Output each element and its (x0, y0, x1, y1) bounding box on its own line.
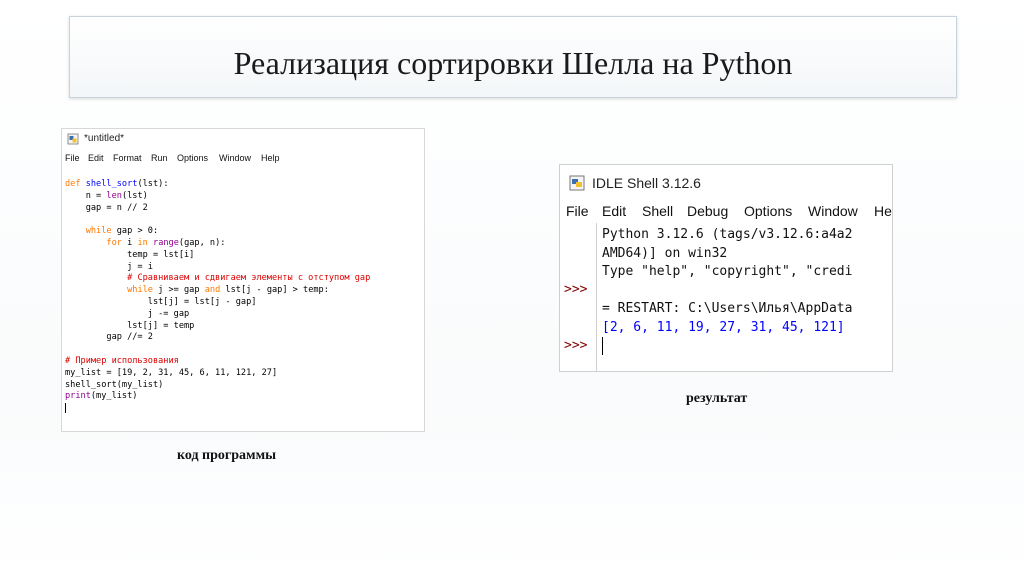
code-token: and (204, 285, 221, 296)
code-line: gap = n // 2 (65, 203, 420, 215)
code-line: j = i (65, 262, 420, 274)
code-token: (lst): (137, 179, 169, 189)
shell-menu-options[interactable]: Options (744, 203, 792, 219)
shell-menu-debug[interactable]: Debug (687, 203, 728, 219)
code-token: in (137, 237, 148, 248)
editor-menu-options[interactable]: Options (177, 153, 208, 163)
editor-menu-run[interactable]: Run (151, 153, 168, 163)
idle-editor-window: *untitled* File Edit Format Run Options … (61, 128, 425, 432)
code-token: # Сравниваем и сдвигаем элементы с отсту… (127, 273, 371, 284)
code-line: gap //= 2 (65, 332, 420, 344)
shell-prompt-gutter: >>> >>> (560, 223, 597, 371)
code-token: gap = n // 2 (65, 202, 148, 213)
code-line: # Пример использования (65, 356, 420, 368)
shell-result-line: [2, 6, 11, 19, 27, 31, 45, 121] (602, 319, 845, 335)
code-token: gap //= 2 (65, 332, 153, 343)
code-line: j -= gap (65, 309, 420, 321)
shell-prompt: >>> (564, 282, 588, 297)
python-idle-icon (67, 133, 79, 145)
shell-titlebar: IDLE Shell 3.12.6 (560, 165, 892, 199)
code-line: print(my_list) (65, 391, 420, 403)
code-token: print (65, 391, 91, 402)
shell-menu-file[interactable]: File (566, 203, 589, 219)
code-editor-text[interactable]: def shell_sort(lst): n = len(lst) gap = … (65, 179, 420, 415)
shell-output-line (602, 282, 892, 301)
caption-result: результат (686, 391, 748, 406)
slide-title: Реализация сортировки Шелла на Python (233, 45, 793, 81)
code-token: j -= gap (65, 308, 190, 319)
code-line: while gap > 0: (65, 226, 420, 238)
shell-text-cursor (602, 337, 603, 355)
code-line: lst[j] = lst[j - gap] (65, 297, 420, 309)
python-idle-icon (569, 175, 585, 191)
editor-titlebar: *untitled* (62, 129, 424, 149)
code-line: temp = lst[i] (65, 250, 420, 262)
code-line: for i in range(gap, n): (65, 238, 420, 250)
code-token: def (65, 179, 86, 189)
shell-menubar: File Edit Shell Debug Options Window He (560, 203, 892, 223)
caption-code: код программы (177, 448, 277, 463)
code-line: # Сравниваем и сдвигаем элементы с отсту… (65, 273, 420, 285)
code-token: n = (65, 190, 107, 201)
code-token: i (121, 237, 138, 248)
shell-menu-shell[interactable]: Shell (642, 203, 673, 219)
code-line: n = len(lst) (65, 191, 420, 203)
shell-prompt: >>> (564, 338, 588, 353)
editor-menubar: File Edit Format Run Options Window Help (62, 153, 424, 169)
code-token: gap > 0: (111, 226, 159, 237)
editor-menu-file[interactable]: File (65, 153, 80, 163)
code-token: (my_list) (90, 391, 138, 402)
editor-menu-format[interactable]: Format (113, 153, 142, 163)
editor-text-cursor (65, 403, 66, 414)
code-line: my_list = [19, 2, 31, 45, 6, 11, 121, 27… (65, 368, 420, 380)
code-token: len (106, 190, 122, 201)
editor-menu-window[interactable]: Window (219, 153, 251, 163)
shell-menu-help[interactable]: He (874, 203, 892, 219)
shell-menu-window[interactable]: Window (808, 203, 858, 219)
shell-output-line: Python 3.12.6 (tags/v3.12.6:a4a2 (602, 227, 853, 242)
code-token: lst[j] = lst[j - gap] (65, 296, 257, 307)
code-token: my_list = [19, 2, 31, 45, 6, 11, 121, 27… (65, 367, 278, 378)
code-token: for (106, 237, 122, 248)
shell-window-title: IDLE Shell 3.12.6 (592, 175, 701, 191)
editor-menu-edit[interactable]: Edit (88, 153, 104, 163)
code-token: j = i (65, 261, 153, 272)
code-token: lst[j - gap] > temp: (220, 285, 329, 296)
shell-menu-edit[interactable]: Edit (602, 203, 626, 219)
shell-output-line: Type "help", "copyright", "credi (602, 264, 853, 279)
editor-menu-help[interactable]: Help (261, 153, 280, 163)
code-line: def shell_sort(lst): (65, 179, 420, 191)
code-line: shell_sort(my_list) (65, 380, 420, 392)
code-line: lst[j] = temp (65, 321, 420, 333)
shell-output-line: AMD64)] on win32 (602, 245, 728, 261)
code-token: # Пример использования (65, 355, 179, 366)
title-box: Реализация сортировки Шелла на Python (69, 16, 957, 98)
code-token: temp = lst[i] (65, 249, 195, 260)
code-token: while (127, 285, 153, 296)
editor-window-title: *untitled* (84, 133, 125, 144)
code-token: (lst) (121, 190, 148, 201)
code-token: j >= gap (152, 285, 205, 296)
shell-output[interactable]: Python 3.12.6 (tags/v3.12.6:a4a2 AMD64)] … (602, 226, 892, 337)
code-line: while j >= gap and lst[j - gap] > temp: (65, 285, 420, 297)
code-token: (gap, n): (178, 237, 226, 248)
code-token: lst[j] = temp (65, 320, 195, 331)
shell-output-line: = RESTART: C:\Users\Илья\AppData (602, 301, 853, 316)
idle-shell-window: IDLE Shell 3.12.6 File Edit Shell Debug … (559, 164, 893, 372)
code-token: while (85, 226, 112, 237)
code-token: range (153, 237, 179, 248)
code-token: shell_sort(my_list) (65, 379, 164, 390)
code-token: shell_sort (85, 179, 138, 189)
